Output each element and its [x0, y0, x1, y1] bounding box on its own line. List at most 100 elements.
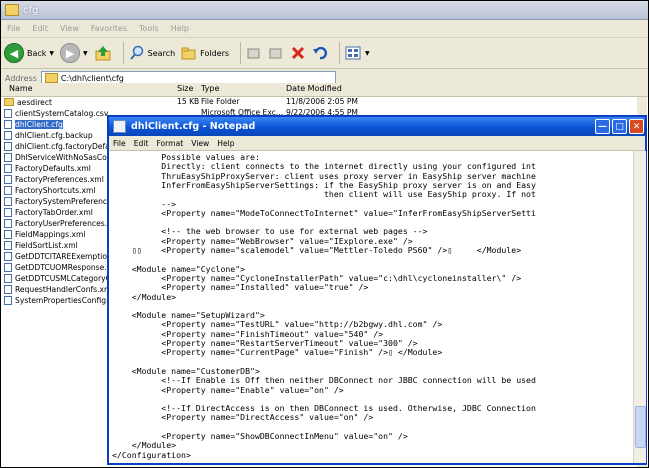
text-line: then client will use EasyShip proxy. If … — [112, 189, 536, 200]
minimize-button[interactable]: — — [595, 119, 610, 134]
file-name: dhlClient.cfg.factoryDefaul — [15, 141, 117, 151]
delete-button[interactable] — [290, 45, 306, 61]
column-type[interactable]: Type — [201, 84, 219, 93]
list-item[interactable]: DhlServiceWithNoSasCodeM — [4, 152, 123, 162]
list-item[interactable]: SystemPropertiesConfig.xm — [4, 295, 120, 305]
notepad-scrollbar[interactable] — [633, 151, 646, 463]
close-icon: ✕ — [632, 121, 641, 132]
list-item[interactable]: FactoryShortcuts.xml — [4, 185, 95, 195]
file-name: dhlClient.cfg.backup — [15, 130, 93, 140]
file-date: 11/8/2006 2:05 PM — [286, 97, 358, 106]
chevron-down-icon: ▼ — [83, 49, 88, 57]
toolbar-separator — [122, 42, 124, 64]
views-button[interactable]: ▼ — [345, 45, 370, 61]
menu-file[interactable]: File — [1, 24, 26, 33]
copy-to-icon — [269, 48, 282, 59]
notepad-menu-format[interactable]: Format — [152, 139, 187, 148]
file-name: clientSystemCatalog.csv — [15, 108, 109, 118]
up-folder-button[interactable] — [94, 44, 112, 62]
list-item[interactable]: clientSystemCatalog.csv — [4, 108, 108, 118]
file-icon — [4, 240, 12, 250]
list-item[interactable]: RequestHandlerConfs.xml — [4, 284, 114, 294]
text-line: <!--If Enable is Off then neither DBConn… — [112, 375, 536, 386]
text-line: </Module> — [112, 440, 177, 451]
maximize-button[interactable]: □ — [612, 119, 627, 134]
notepad-title: dhlClient.cfg - Notepad — [131, 121, 256, 132]
list-item[interactable]: FieldSortList.xml — [4, 240, 78, 250]
undo-icon — [313, 46, 328, 60]
notepad-menu-edit[interactable]: Edit — [130, 139, 153, 148]
file-name: FactorySystemPreferences — [15, 196, 116, 206]
scrollbar-thumb[interactable] — [635, 406, 646, 448]
list-item[interactable]: GetDDTCUSMLCategoryCod — [4, 273, 120, 283]
move-to-icon — [247, 48, 260, 59]
views-icon — [345, 46, 361, 60]
list-item[interactable]: FactoryUserPreferences.xm — [4, 218, 119, 228]
menu-help[interactable]: Help — [165, 24, 195, 33]
notepad-menu-view[interactable]: View — [187, 139, 213, 148]
file-name: FieldSortList.xml — [15, 240, 78, 250]
list-item[interactable]: FactoryPreferences.xml — [4, 174, 104, 184]
notepad-titlebar[interactable]: dhlClient.cfg - Notepad — □ ✕ — [109, 117, 645, 136]
list-item[interactable]: dhlClient.cfg.backup — [4, 130, 93, 140]
folder-icon — [4, 98, 14, 106]
forward-button[interactable]: ▶ ▼ — [60, 43, 88, 63]
column-size[interactable]: Size — [177, 84, 193, 93]
list-item[interactable]: FieldMappings.xml — [4, 229, 86, 239]
file-name: FieldMappings.xml — [15, 229, 86, 239]
forward-arrow-icon: ▶ — [60, 43, 81, 63]
list-item[interactable]: GetDDTCITAREExemptionRe — [4, 251, 121, 261]
list-item[interactable]: GetDDTCUOMResponse.xm — [4, 262, 119, 272]
search-icon — [129, 45, 143, 60]
list-item[interactable]: dhlClient.cfg.factoryDefaul — [4, 141, 117, 151]
file-icon — [4, 262, 12, 272]
copy-to-button[interactable] — [268, 45, 284, 61]
explorer-titlebar: cfg — [1, 1, 648, 20]
list-item[interactable]: aesdirect — [4, 97, 52, 107]
file-name: aesdirect — [17, 97, 52, 107]
column-name[interactable]: Name — [9, 84, 33, 93]
folders-button[interactable]: Folders — [181, 45, 229, 61]
folder-icon — [44, 73, 58, 83]
file-name: SystemPropertiesConfig.xm — [15, 295, 121, 305]
text-line: <Property name="ModeToConnectToInternet"… — [112, 207, 536, 218]
text-line: ▯▯ <Property name="scalemodel" value="Me… — [112, 245, 522, 255]
list-item[interactable]: dhlClient.cfg — [4, 119, 63, 129]
list-item[interactable]: FactorySystemPreferences — [4, 196, 116, 206]
file-name: FactoryShortcuts.xml — [15, 185, 96, 195]
list-item[interactable]: FactoryTabOrder.xml — [4, 207, 93, 217]
notepad-window: dhlClient.cfg - Notepad — □ ✕ File Edit … — [107, 115, 647, 465]
text-line: <Property name="Installed" value="true" … — [112, 282, 369, 293]
file-icon — [4, 284, 12, 294]
back-button[interactable]: ◀ Back ▼ — [4, 43, 54, 63]
move-to-button[interactable] — [246, 45, 262, 61]
file-icon — [4, 295, 12, 305]
menu-edit[interactable]: Edit — [26, 24, 54, 33]
notepad-menu-file[interactable]: File — [109, 139, 130, 148]
text-line: </Module> — [112, 291, 177, 302]
maximize-icon: □ — [615, 121, 624, 132]
notepad-text-area[interactable]: Possible values are: Directly: client co… — [109, 151, 631, 463]
file-type: File Folder — [201, 97, 240, 106]
menu-favorites[interactable]: Favorites — [85, 24, 133, 33]
close-button[interactable]: ✕ — [629, 119, 644, 134]
file-icon — [4, 130, 12, 140]
file-name: FactoryDefaults.xml — [15, 163, 91, 173]
file-icon — [4, 119, 12, 129]
address-value: C:\dhl\client\cfg — [60, 73, 124, 83]
toolbar-separator — [240, 42, 242, 64]
file-icon — [4, 229, 12, 239]
search-button[interactable]: Search — [129, 45, 175, 61]
file-name: FactoryTabOrder.xml — [15, 207, 93, 217]
file-icon — [4, 152, 12, 162]
text-line: <Property name="CurrentPage" value="Fini… — [112, 347, 443, 358]
menu-view[interactable]: View — [54, 24, 85, 33]
undo-button[interactable] — [312, 45, 328, 61]
menu-tools[interactable]: Tools — [133, 24, 165, 33]
file-icon — [4, 163, 12, 173]
file-name: FactoryUserPreferences.xm — [15, 218, 120, 228]
list-item[interactable]: FactoryDefaults.xml — [4, 163, 91, 173]
column-date-modified[interactable]: Date Modified — [286, 84, 342, 93]
notepad-menu-help[interactable]: Help — [213, 139, 238, 148]
file-icon — [4, 273, 12, 283]
